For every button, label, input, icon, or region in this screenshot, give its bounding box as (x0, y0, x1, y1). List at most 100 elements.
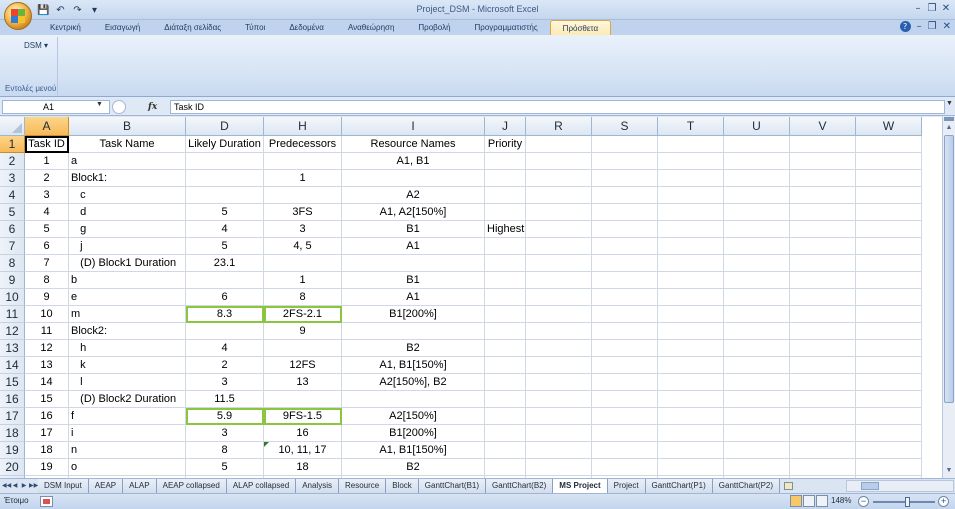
cell[interactable]: (D) Block2 Duration (69, 391, 186, 408)
cell[interactable]: j (69, 238, 186, 255)
cell[interactable] (790, 153, 856, 170)
cell[interactable] (790, 323, 856, 340)
ribbon-restore-button[interactable]: ❐ (928, 21, 937, 32)
help-icon[interactable]: ? (899, 21, 911, 32)
page-break-view-button[interactable] (816, 495, 828, 507)
cell[interactable] (264, 391, 342, 408)
cell[interactable]: A2[150%], B2 (342, 374, 485, 391)
row-header[interactable]: 15 (0, 374, 25, 391)
cell[interactable]: Highest (485, 221, 526, 238)
cell[interactable]: 9 (25, 289, 69, 306)
cell[interactable]: B1[200%] (342, 306, 485, 323)
cell[interactable] (592, 357, 658, 374)
cell[interactable] (526, 408, 592, 425)
close-button[interactable]: ✕ (941, 2, 951, 16)
cell[interactable]: 4 (25, 204, 69, 221)
row-header[interactable]: 14 (0, 357, 25, 374)
cell[interactable]: 5 (25, 221, 69, 238)
cell[interactable]: B1[200%] (342, 425, 485, 442)
cell[interactable]: 14 (25, 374, 69, 391)
cell[interactable] (342, 391, 485, 408)
cell[interactable] (790, 374, 856, 391)
cell[interactable] (526, 340, 592, 357)
sheet-tab[interactable]: Analysis (296, 479, 339, 493)
cell[interactable] (790, 221, 856, 238)
cell[interactable] (658, 306, 724, 323)
cell[interactable] (790, 289, 856, 306)
cell[interactable] (485, 374, 526, 391)
column-header[interactable]: A (25, 117, 69, 136)
row-header[interactable]: 10 (0, 289, 25, 306)
cell[interactable] (790, 442, 856, 459)
cell[interactable]: 4 (186, 221, 264, 238)
cell[interactable] (342, 323, 485, 340)
sheet-tab[interactable]: DSM Input (38, 479, 89, 493)
cell[interactable] (790, 170, 856, 187)
cell[interactable]: A1, A2[150%] (342, 204, 485, 221)
cell[interactable] (724, 425, 790, 442)
row-header[interactable]: 13 (0, 340, 25, 357)
row-header[interactable]: 20 (0, 459, 25, 476)
cell[interactable] (790, 459, 856, 476)
cell[interactable]: d (69, 204, 186, 221)
cell[interactable]: 9 (264, 323, 342, 340)
cell[interactable] (485, 204, 526, 221)
expand-circle-icon[interactable] (112, 100, 126, 114)
cell[interactable]: Resource Names (342, 136, 485, 153)
cell[interactable] (856, 272, 922, 289)
cell[interactable] (724, 442, 790, 459)
cell[interactable]: 11 (25, 323, 69, 340)
cell[interactable]: 1 (25, 153, 69, 170)
tab-7[interactable]: Προγραμματιστής (463, 20, 550, 35)
scroll-down-icon[interactable]: ▼ (943, 465, 955, 477)
cell[interactable] (526, 425, 592, 442)
next-sheet-icon[interactable]: ▶ (20, 480, 28, 492)
cell[interactable]: 3FS (264, 204, 342, 221)
column-header[interactable]: D (186, 117, 264, 136)
cell[interactable] (790, 408, 856, 425)
zoom-level[interactable]: 148% (831, 496, 851, 505)
cell[interactable] (485, 340, 526, 357)
cell[interactable] (592, 408, 658, 425)
cell[interactable] (856, 136, 922, 153)
cell[interactable]: 3 (264, 221, 342, 238)
row-header[interactable]: 3 (0, 170, 25, 187)
insert-function-icon[interactable]: fx (148, 102, 157, 112)
cell[interactable]: 8 (264, 289, 342, 306)
cell[interactable] (790, 136, 856, 153)
tab-0[interactable]: Κεντρική (38, 20, 93, 35)
cell[interactable] (485, 459, 526, 476)
cell[interactable] (658, 255, 724, 272)
cell[interactable] (856, 374, 922, 391)
cell[interactable]: 5.9 (186, 408, 264, 425)
sheet-tab[interactable]: GanttChart(B1) (418, 479, 487, 493)
cell[interactable] (592, 391, 658, 408)
cell[interactable] (658, 340, 724, 357)
cell[interactable] (856, 221, 922, 238)
cell[interactable]: A1, B1[150%] (342, 442, 485, 459)
cell[interactable] (856, 289, 922, 306)
horizontal-scroll-thumb[interactable] (861, 482, 879, 490)
cell[interactable] (856, 340, 922, 357)
column-header[interactable]: W (856, 117, 922, 136)
cell[interactable] (724, 255, 790, 272)
sheet-tab[interactable]: GanttChart(P1) (645, 479, 713, 493)
cell[interactable]: 12 (25, 340, 69, 357)
cell[interactable] (790, 391, 856, 408)
first-sheet-icon[interactable]: ◀◀ (2, 480, 11, 492)
sheet-tab[interactable]: AEAP collapsed (156, 479, 227, 493)
cell[interactable] (592, 272, 658, 289)
cell[interactable]: 1 (264, 170, 342, 187)
vertical-scrollbar[interactable]: ▲ ▼ (942, 117, 955, 478)
tab-3[interactable]: Τύποι (233, 20, 277, 35)
cell[interactable] (592, 204, 658, 221)
sheet-tab[interactable]: GanttChart(B2) (486, 479, 554, 493)
cell[interactable]: 12FS (264, 357, 342, 374)
cell[interactable]: 8 (186, 442, 264, 459)
cell[interactable] (856, 357, 922, 374)
tab-4[interactable]: Δεδομένα (277, 20, 336, 35)
sheet-tab[interactable]: Block (386, 479, 419, 493)
cell[interactable] (724, 221, 790, 238)
cell[interactable] (526, 153, 592, 170)
cell[interactable] (658, 408, 724, 425)
